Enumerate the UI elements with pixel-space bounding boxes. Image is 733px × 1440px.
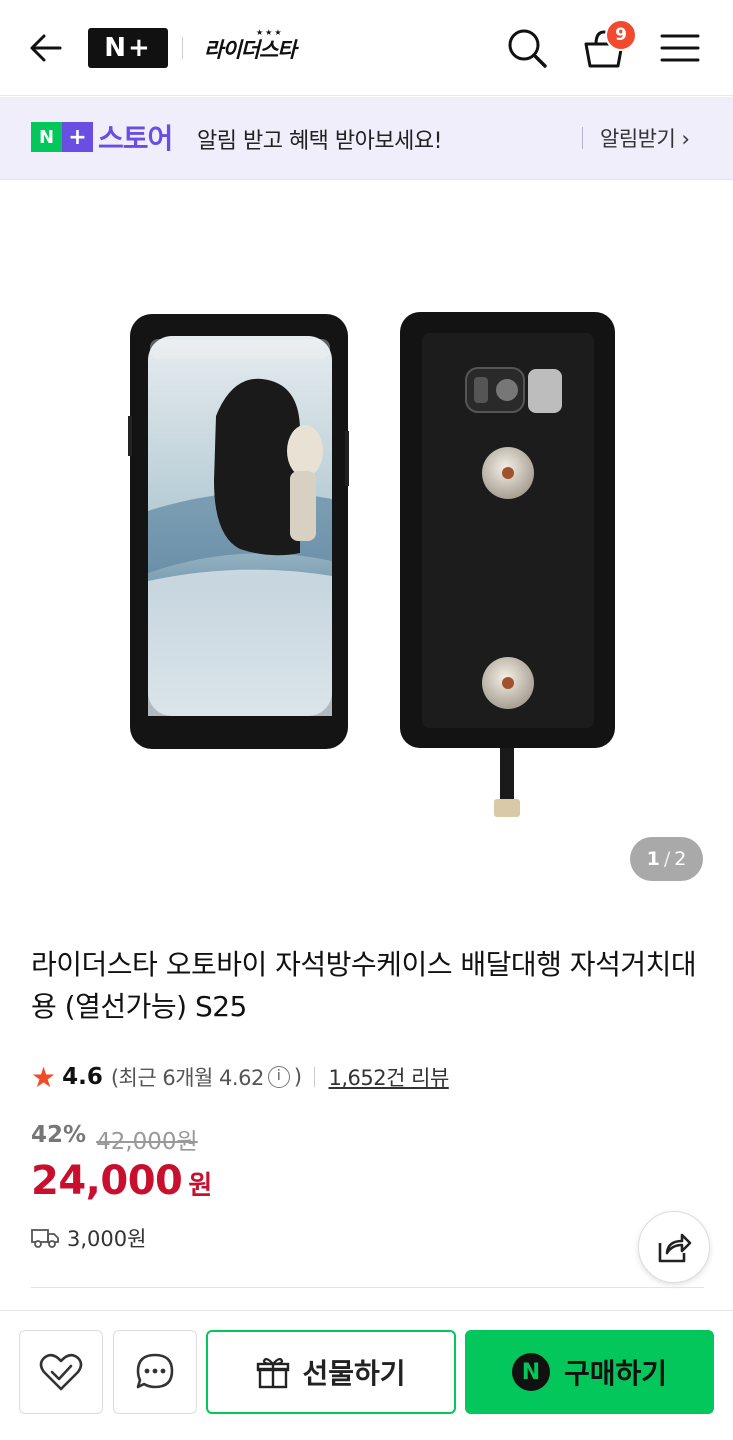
- share-button[interactable]: [638, 1211, 710, 1283]
- back-arrow-icon[interactable]: [26, 28, 66, 68]
- gift-label: 선물하기: [302, 1357, 406, 1390]
- chat-button[interactable]: [113, 1330, 197, 1414]
- logo-plus: +: [62, 122, 93, 152]
- shipping-fee: 3,000원: [67, 1227, 147, 1251]
- discount-rate: 42%: [31, 1122, 87, 1148]
- buy-button[interactable]: N 구매하기: [465, 1330, 714, 1414]
- logo-n: N: [31, 122, 62, 152]
- nplus-logo[interactable]: N+: [88, 28, 168, 68]
- product-image: [128, 312, 615, 817]
- shipping-row: 3,000원: [31, 1223, 146, 1253]
- info-icon[interactable]: i: [267, 1066, 290, 1088]
- page-separator: /: [663, 848, 671, 870]
- rating-row: ★ 4.6 (최근 6개월 4.62 i ) 1,652건 리뷰: [31, 1060, 450, 1094]
- original-price: 42,000원: [96, 1129, 198, 1155]
- truck-icon: [31, 1229, 59, 1248]
- banner-divider: [582, 127, 583, 149]
- image-page-indicator: 1 / 2: [630, 837, 703, 881]
- recent-rating-close: ): [293, 1065, 302, 1089]
- rating-divider: [313, 1067, 315, 1087]
- store-logo[interactable]: 라이더스타: [204, 34, 297, 64]
- section-divider: [31, 1287, 704, 1288]
- current-page: 1: [646, 848, 660, 870]
- price-unit: 원: [188, 1171, 213, 1201]
- header-divider: [182, 37, 183, 59]
- recent-rating: (최근 6개월 4.62: [110, 1066, 264, 1090]
- bottom-action-bar: 선물하기 N 구매하기: [0, 1310, 733, 1440]
- notify-me-link[interactable]: 알림받기 ›: [600, 123, 690, 153]
- cart-count-badge: 9: [605, 19, 637, 51]
- share-icon: [658, 1233, 692, 1263]
- review-count-link[interactable]: 1,652건 리뷰: [329, 1062, 450, 1092]
- price-row: 24,000 원: [31, 1158, 212, 1204]
- notification-banner[interactable]: N + 스토어 알림 받고 혜택 받아보세요! 알림받기 ›: [0, 97, 733, 180]
- product-title: 라이더스타 오토바이 자석방수케이스 배달대행 자석거치대용 (열선가능) S2…: [31, 948, 697, 1023]
- gift-button[interactable]: 선물하기: [206, 1330, 456, 1414]
- rating-value: 4.6: [62, 1064, 103, 1090]
- buy-label: 구매하기: [563, 1357, 668, 1390]
- product-page: N+ ★★★ 라이더스타 9 N + 스토어 알림 받고 혜택 받아보세요! 알…: [0, 0, 733, 1440]
- chat-bubble-icon: [136, 1353, 174, 1389]
- banner-message: 알림 받고 혜택 받아보세요!: [197, 129, 442, 154]
- nplus-store-logo: N +: [31, 122, 93, 152]
- banner-store-label: 스토어: [98, 122, 173, 155]
- total-pages: 2: [674, 848, 687, 870]
- heart-check-icon: [39, 1353, 83, 1391]
- star-icon: ★: [31, 1060, 57, 1094]
- wishlist-button[interactable]: [19, 1330, 103, 1414]
- product-image-gallery[interactable]: 1 / 2: [0, 181, 733, 901]
- top-header: N+ ★★★ 라이더스타 9: [0, 0, 733, 96]
- search-icon[interactable]: [505, 26, 549, 70]
- menu-icon[interactable]: [658, 28, 702, 68]
- discount-row: 42% 42,000원: [31, 1122, 198, 1156]
- gift-icon: [257, 1357, 290, 1389]
- npay-icon: N: [511, 1353, 550, 1391]
- sale-price: 24,000: [31, 1158, 183, 1204]
